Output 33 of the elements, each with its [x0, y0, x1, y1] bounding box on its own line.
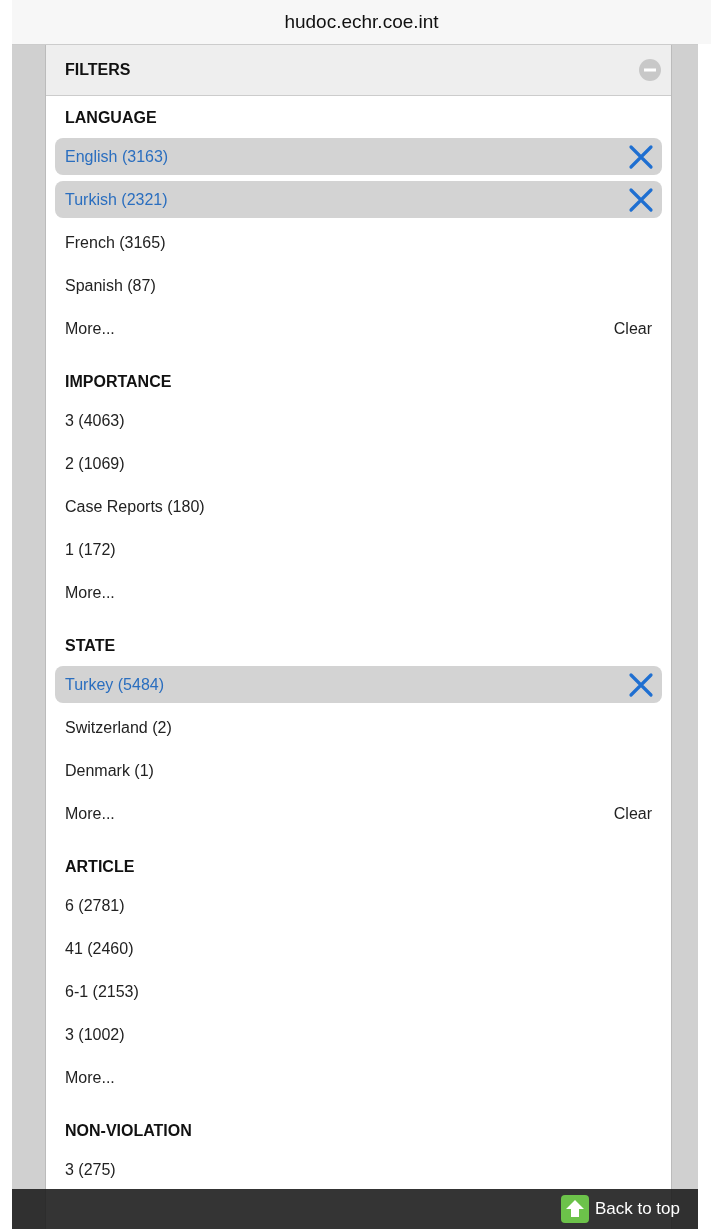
- more-link[interactable]: More...: [55, 583, 125, 602]
- filter-option[interactable]: Turkish (2321): [55, 181, 662, 218]
- filter-option[interactable]: 1 (172): [55, 531, 662, 568]
- filters-title: FILTERS: [65, 61, 131, 79]
- section-heading: IMPORTANCE: [64, 372, 173, 392]
- filter-option[interactable]: 2 (1069): [55, 445, 662, 482]
- section-heading: LANGUAGE: [64, 108, 158, 128]
- section-heading: STATE: [64, 636, 117, 656]
- filter-option[interactable]: 6-1 (2153): [55, 973, 662, 1010]
- filter-option[interactable]: Turkey (5484): [55, 666, 662, 703]
- filter-option[interactable]: 41 (2460): [55, 930, 662, 967]
- more-link[interactable]: More...: [55, 319, 125, 338]
- more-link[interactable]: More...: [55, 804, 125, 823]
- section-heading: NON-VIOLATION: [64, 1121, 193, 1141]
- filter-option[interactable]: Spanish (87): [55, 267, 662, 304]
- section-heading: ARTICLE: [64, 857, 136, 877]
- close-icon[interactable]: [628, 671, 654, 698]
- filter-option[interactable]: English (3163): [55, 138, 662, 175]
- filter-option[interactable]: 3 (275): [55, 1151, 662, 1188]
- filter-option[interactable]: Switzerland (2): [55, 709, 662, 746]
- clear-link[interactable]: Clear: [603, 804, 662, 823]
- filter-option[interactable]: 3 (4063): [55, 402, 662, 439]
- more-link[interactable]: More...: [55, 1068, 125, 1087]
- filter-option[interactable]: 6 (2781): [55, 887, 662, 924]
- filter-option[interactable]: Denmark (1): [55, 752, 662, 789]
- clear-link[interactable]: Clear: [603, 319, 662, 338]
- close-icon[interactable]: [628, 143, 654, 170]
- back-to-top-button[interactable]: Back to top: [560, 1195, 680, 1223]
- close-icon[interactable]: [628, 186, 654, 213]
- filter-option[interactable]: 3 (1002): [55, 1016, 662, 1053]
- address-bar-url[interactable]: hudoc.echr.coe.int: [284, 11, 439, 33]
- filter-option[interactable]: French (3165): [55, 224, 662, 261]
- filter-option[interactable]: Case Reports (180): [55, 488, 662, 525]
